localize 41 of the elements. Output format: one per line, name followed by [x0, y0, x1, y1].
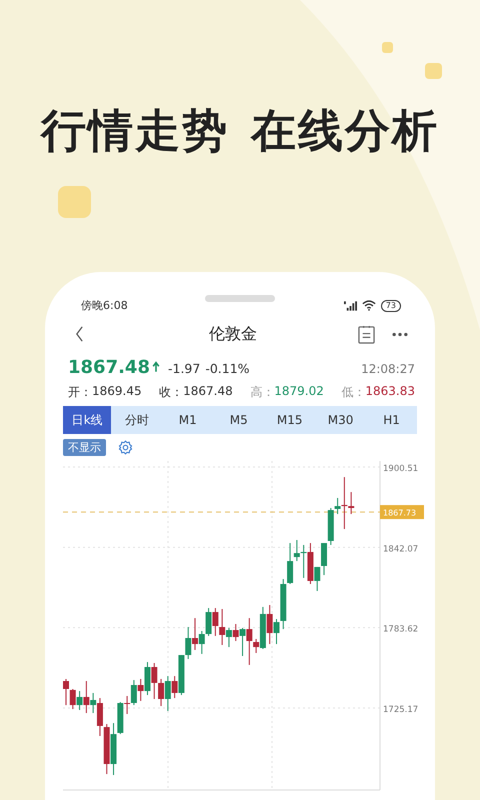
period-tab[interactable]: M1: [162, 406, 214, 434]
indicator-toggle[interactable]: 不显示: [63, 438, 106, 456]
period-tab[interactable]: 分时: [111, 406, 162, 434]
ohlc-label: 开：: [68, 384, 92, 401]
period-tab[interactable]: M5: [213, 406, 264, 434]
back-icon[interactable]: [75, 326, 84, 342]
headline-text: 在线分析: [251, 104, 439, 158]
price-axis-label: 1725.17: [383, 705, 418, 715]
battery-indicator: 73: [380, 300, 401, 312]
price-tag-background: [380, 505, 424, 520]
page-title: 伦敦金: [208, 324, 258, 344]
document-icon[interactable]: [358, 324, 375, 344]
ohlc-value: 1879.02: [274, 384, 324, 400]
signal-icon: [344, 300, 357, 310]
status-time: 傍晚6:08: [81, 298, 128, 313]
percent-change: -0.11%: [205, 361, 250, 376]
period-tab[interactable]: M30: [315, 406, 366, 434]
price-axis-label: 1900.51: [383, 464, 418, 474]
price-axis-label: 1842.07: [383, 544, 418, 554]
quote-time: 12:08:27: [361, 362, 416, 376]
period-tab[interactable]: H1: [366, 406, 418, 434]
period-tab[interactable]: 日k线: [63, 406, 112, 434]
ohlc-label: 收：: [159, 384, 184, 401]
price-change: -1.97: [168, 361, 200, 376]
up-arrow-icon: [152, 361, 160, 373]
ohlc-value: 1869.45: [92, 384, 142, 400]
decor-square: [425, 63, 442, 79]
headline-text: 行情走势: [41, 104, 229, 158]
current-price-label: 1867.73: [383, 508, 416, 518]
ohlc-value: 1863.83: [365, 384, 415, 400]
current-price: 1867.48: [68, 357, 150, 378]
price-axis-label: 1783.62: [383, 624, 418, 635]
period-tab[interactable]: M15: [264, 406, 316, 434]
settings-icon[interactable]: [118, 440, 133, 454]
ohlc-value: 1867.48: [183, 384, 233, 400]
decor-square: [58, 186, 91, 218]
speaker-pill: [205, 295, 275, 302]
ohlc-label: 高：: [250, 384, 274, 401]
wifi-icon: [362, 300, 376, 311]
ohlc-label: 低：: [341, 384, 366, 401]
more-icon[interactable]: [391, 332, 409, 336]
